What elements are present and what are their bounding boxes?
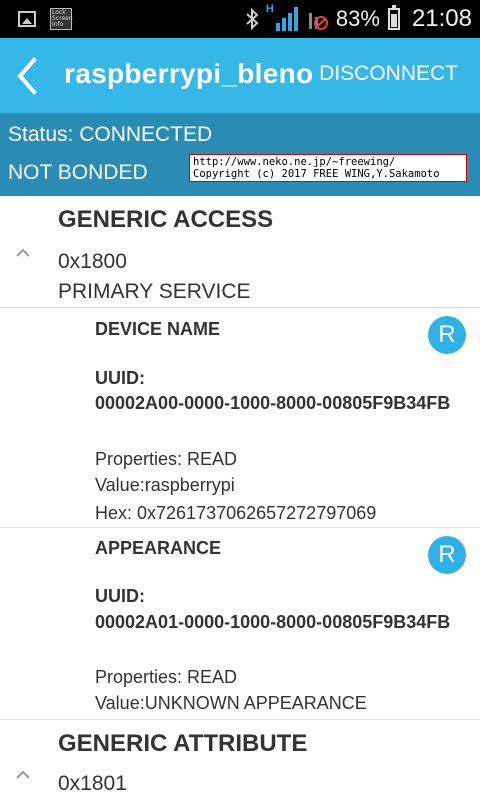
connection-status-panel: Status: CONNECTED NOT BONDED http://www.… [0, 113, 480, 196]
back-arrow-icon[interactable] [10, 56, 46, 96]
service-generic-attribute[interactable]: GENERIC ATTRIBUTE 0x1801 [0, 720, 480, 810]
characteristic-device-name[interactable]: DEVICE NAME R UUID: 00002A00-0000-1000-8… [0, 308, 480, 528]
app-bar: raspberrypi_bleno DISCONNECT [0, 38, 480, 113]
characteristic-hex: Hex: 0x7261737062657272797069 [95, 503, 377, 523]
service-generic-access[interactable]: GENERIC ACCESS 0x1800 PRIMARY SERVICE [0, 196, 480, 308]
characteristic-value: Value:UNKNOWN APPEARANCE [95, 693, 367, 713]
no-sim-icon [308, 13, 328, 30]
characteristic-uuid: 00002A01-0000-1000-8000-00805F9B34FB [95, 612, 451, 632]
battery-icon [387, 5, 400, 30]
service-type: PRIMARY SERVICE [58, 280, 251, 303]
service-uuid: 0x1801 [58, 772, 127, 795]
clock: 21:08 [411, 5, 472, 32]
characteristic-name: DEVICE NAME [95, 319, 221, 339]
characteristic-properties: Properties: READ [95, 667, 238, 687]
read-badge[interactable]: R [428, 536, 466, 574]
copyright-watermark: http://www.neko.ne.jp/~freewing/ Copyrig… [189, 154, 467, 182]
characteristic-name: APPEARANCE [95, 538, 222, 558]
read-badge[interactable]: R [428, 316, 466, 354]
lock-screen-text: Lock Screen Info [52, 9, 73, 28]
device-title: raspberrypi_bleno [64, 58, 314, 89]
signal-icon: H [266, 3, 298, 31]
battery-percent: 83% [335, 6, 380, 31]
uuid-label: UUID: [95, 368, 145, 388]
chevron-up-icon[interactable] [14, 244, 32, 262]
status-bar: Lock Screen Info H 83% 21:08 [0, 0, 480, 38]
characteristic-properties: Properties: READ [95, 449, 238, 469]
credit-url: http://www.neko.ne.jp/~freewing/ [193, 156, 396, 168]
connection-status: Status: CONNECTED [8, 123, 213, 146]
service-name: GENERIC ATTRIBUTE [58, 730, 308, 757]
characteristic-value: Value:raspberrypi [95, 475, 235, 495]
credit-copyright: Copyright (c) 2017 FREE WING,Y.Sakamoto [193, 168, 440, 180]
image-icon [18, 11, 36, 27]
characteristic-appearance[interactable]: APPEARANCE R UUID: 00002A01-0000-1000-80… [0, 528, 480, 720]
bond-status: NOT BONDED [8, 161, 148, 184]
characteristic-uuid: 00002A00-0000-1000-8000-00805F9B34FB [95, 393, 451, 413]
service-uuid: 0x1800 [58, 250, 127, 273]
services-list: GENERIC ACCESS 0x1800 PRIMARY SERVICE DE… [0, 196, 480, 810]
chevron-up-icon[interactable] [14, 766, 32, 784]
network-type-label: H [265, 3, 274, 15]
disconnect-button[interactable]: DISCONNECT [319, 62, 458, 86]
uuid-label: UUID: [95, 586, 145, 606]
bluetooth-icon [246, 7, 259, 31]
lock-screen-icon: Lock Screen Info [50, 8, 73, 30]
service-name: GENERIC ACCESS [58, 206, 274, 233]
